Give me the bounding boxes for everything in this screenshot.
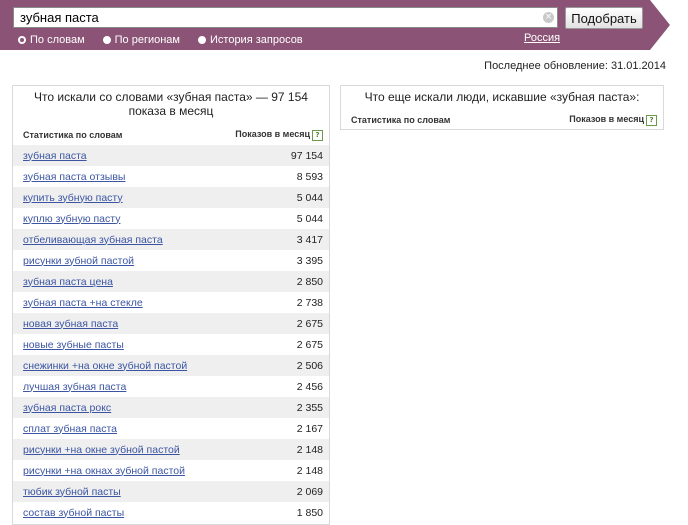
table-row: отбеливающая зубная паста 3 417 bbox=[13, 229, 329, 250]
table-row: рисунки зубной пастой 3 395 bbox=[13, 250, 329, 271]
table-row: купить зубную пасту 5 044 bbox=[13, 187, 329, 208]
impressions-count: 5 044 bbox=[296, 212, 323, 225]
table-row: зубная паста цена 2 850 bbox=[13, 271, 329, 292]
radio-icon[interactable] bbox=[198, 36, 206, 44]
mode-by-words[interactable]: По словам bbox=[18, 34, 85, 46]
impressions-count: 1 850 bbox=[296, 506, 323, 519]
phrase-link[interactable]: куплю зубную пасту bbox=[23, 213, 120, 225]
mode-label: По словам bbox=[30, 34, 85, 46]
table-row: состав зубной пасты 1 850 bbox=[13, 502, 329, 523]
phrase-link[interactable]: зубная паста bbox=[23, 150, 87, 162]
phrase-link[interactable]: лучшая зубная паста bbox=[23, 381, 126, 393]
table-row: новая зубная паста 2 675 bbox=[13, 313, 329, 334]
panel-title: Что еще искали люди, искавшие «зубная па… bbox=[364, 90, 640, 104]
phrase-link[interactable]: зубная паста цена bbox=[23, 276, 113, 288]
column-header-phrase: Статистика по словам bbox=[23, 130, 123, 140]
table-row: зубная паста рокс 2 355 bbox=[13, 397, 329, 418]
phrase-link[interactable]: сплат зубная паста bbox=[23, 423, 117, 435]
table-row: снежинки +на окне зубной пастой 2 506 bbox=[13, 355, 329, 376]
table-row: зубная паста +на стекле 2 738 bbox=[13, 292, 329, 313]
clear-icon[interactable]: × bbox=[543, 12, 554, 23]
phrase-link[interactable]: зубная паста +на стекле bbox=[23, 297, 143, 309]
phrase-link[interactable]: новая зубная паста bbox=[23, 318, 118, 330]
word-stats-panel: Что искали со словами «зубная паста» — 9… bbox=[12, 85, 330, 525]
impressions-count: 2 148 bbox=[296, 443, 323, 456]
phrase-link[interactable]: купить зубную пасту bbox=[23, 192, 123, 204]
column-header-count-label: Показов в месяц bbox=[235, 129, 310, 140]
help-icon[interactable]: ? bbox=[312, 129, 323, 141]
impressions-count: 2 738 bbox=[296, 296, 323, 309]
impressions-count: 5 044 bbox=[296, 191, 323, 204]
table-row: лучшая зубная паста 2 456 bbox=[13, 376, 329, 397]
table-row: рисунки +на окне зубной пастой 2 148 bbox=[13, 439, 329, 460]
phrase-link[interactable]: зубная паста отзывы bbox=[23, 171, 125, 183]
impressions-count: 3 417 bbox=[296, 233, 323, 246]
phrase-link[interactable]: снежинки +на окне зубной пастой bbox=[23, 360, 187, 372]
impressions-count: 2 675 bbox=[296, 338, 323, 351]
phrase-link[interactable]: рисунки +на окне зубной пастой bbox=[23, 444, 180, 456]
impressions-count: 97 154 bbox=[290, 149, 323, 162]
impressions-count: 2 850 bbox=[296, 275, 323, 288]
table-row: зубная паста отзывы 8 593 bbox=[13, 166, 329, 187]
impressions-count: 3 395 bbox=[296, 254, 323, 267]
phrase-link[interactable]: новые зубные пасты bbox=[23, 339, 124, 351]
radio-icon[interactable] bbox=[18, 36, 26, 44]
phrase-link[interactable]: состав зубной пасты bbox=[23, 507, 124, 519]
related-searches-panel: Что еще искали люди, искавшие «зубная па… bbox=[340, 85, 664, 130]
phrase-link[interactable]: тюбик зубной пасты bbox=[23, 486, 121, 498]
column-header-count: Показов в месяц? bbox=[569, 114, 657, 126]
table-row: зубная паста 97 154 bbox=[13, 145, 329, 166]
word-stats-table: зубная паста 97 154 зубная паста отзывы 8 5… bbox=[13, 145, 329, 523]
impressions-count: 2 167 bbox=[296, 422, 323, 435]
impressions-count: 2 148 bbox=[296, 464, 323, 477]
mode-label: По регионам bbox=[114, 34, 180, 46]
phrase-link[interactable]: рисунки зубной пастой bbox=[23, 255, 134, 267]
impressions-count: 2 069 bbox=[296, 485, 323, 498]
table-row: рисунки +на окнах зубной пастой 2 148 bbox=[13, 460, 329, 481]
table-header: Статистика по словам Показов в месяц? bbox=[341, 114, 663, 126]
column-header-count-label: Показов в месяц bbox=[569, 114, 644, 125]
phrase-link[interactable]: рисунки +на окнах зубной пастой bbox=[23, 465, 185, 477]
table-row: куплю зубную пасту 5 044 bbox=[13, 208, 329, 229]
help-icon[interactable]: ? bbox=[646, 114, 657, 126]
last-updated: Последнее обновление: 31.01.2014 bbox=[484, 60, 666, 72]
impressions-count: 2 355 bbox=[296, 401, 323, 414]
phrase-link[interactable]: зубная паста рокс bbox=[23, 402, 111, 414]
column-header-phrase: Статистика по словам bbox=[351, 115, 451, 125]
table-row: сплат зубная паста 2 167 bbox=[13, 418, 329, 439]
table-row: новые зубные пасты 2 675 bbox=[13, 334, 329, 355]
column-header-count: Показов в месяц? bbox=[235, 129, 323, 141]
mode-history[interactable]: История запросов bbox=[198, 34, 303, 46]
table-header: Статистика по словам Показов в месяц? bbox=[13, 128, 329, 142]
search-input[interactable] bbox=[13, 7, 558, 28]
phrase-link[interactable]: отбеливающая зубная паста bbox=[23, 234, 163, 246]
search-bar: × Подобрать По словам По регионам Истори… bbox=[0, 0, 688, 50]
impressions-count: 2 675 bbox=[296, 317, 323, 330]
region-link[interactable]: Россия bbox=[524, 32, 560, 44]
mode-label: История запросов bbox=[210, 34, 303, 46]
search-mode-group: По словам По регионам История запросов bbox=[18, 33, 321, 47]
mode-by-regions[interactable]: По регионам bbox=[102, 34, 180, 46]
impressions-count: 2 506 bbox=[296, 359, 323, 372]
submit-button[interactable]: Подобрать bbox=[565, 7, 643, 29]
impressions-count: 2 456 bbox=[296, 380, 323, 393]
table-row: тюбик зубной пасты 2 069 bbox=[13, 481, 329, 502]
impressions-count: 8 593 bbox=[296, 170, 323, 183]
radio-icon[interactable] bbox=[102, 36, 111, 44]
panel-title: Что искали со словами «зубная паста» — 9… bbox=[34, 90, 308, 118]
